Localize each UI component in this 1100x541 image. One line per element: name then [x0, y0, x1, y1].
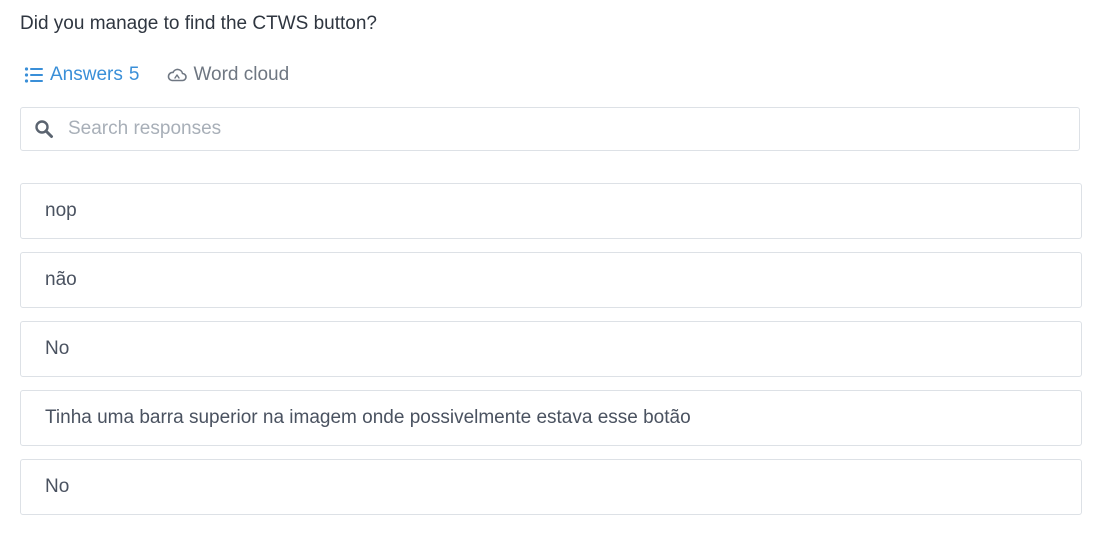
tab-answers[interactable]: Answers 5	[24, 62, 139, 88]
answers-count: 5	[128, 64, 140, 85]
question-title: Did you manage to find the CTWS button?	[20, 13, 377, 34]
list-icon	[24, 65, 44, 85]
response-item: No	[20, 321, 1082, 377]
search-input[interactable]	[68, 118, 1048, 140]
response-item: No	[20, 459, 1082, 515]
tab-word-cloud[interactable]: Word cloud	[167, 62, 289, 88]
search-box	[20, 107, 1080, 151]
tab-word-cloud-label: Word cloud	[193, 64, 290, 85]
view-tabs: Answers 5 Word cloud	[24, 62, 289, 88]
response-item: não	[20, 252, 1082, 308]
search-icon	[34, 119, 54, 139]
response-item: Tinha uma barra superior na imagem onde …	[20, 390, 1082, 446]
tab-answers-label: Answers	[50, 64, 123, 85]
cloud-icon	[167, 65, 188, 85]
response-item: nop	[20, 183, 1082, 239]
responses-list: nop não No Tinha uma barra superior na i…	[20, 183, 1082, 528]
